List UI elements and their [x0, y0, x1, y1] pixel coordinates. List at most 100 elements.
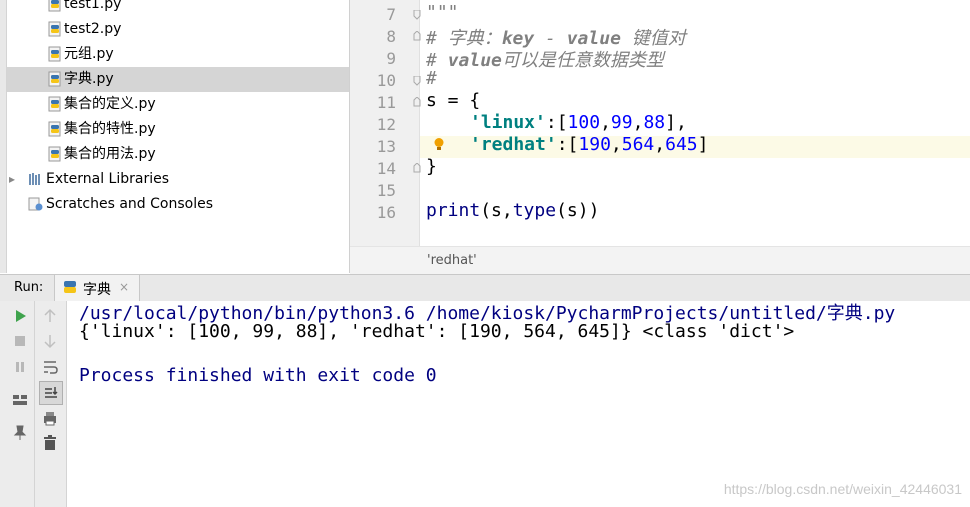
- code-punct: ,: [654, 134, 666, 155]
- print-icon[interactable]: [39, 407, 61, 429]
- python-file-icon: [48, 96, 61, 112]
- arrow-up-icon[interactable]: [39, 305, 61, 327]
- project-file-item[interactable]: 字典.py: [7, 67, 349, 92]
- line-number: 7: [386, 5, 396, 24]
- python-file-icon: [64, 281, 76, 293]
- project-file-item[interactable]: test2.py: [7, 17, 349, 42]
- code-line-12: 'linux':[100,99,88],: [470, 112, 687, 133]
- code-punct: ,: [610, 134, 622, 155]
- code-punct: ,: [600, 112, 611, 133]
- toolbar-divider: [34, 301, 35, 507]
- expand-arrow-icon[interactable]: ▸: [9, 167, 15, 192]
- code-line-10: #: [426, 68, 437, 89]
- close-icon[interactable]: ×: [119, 280, 129, 294]
- stop-icon[interactable]: [9, 330, 31, 352]
- tree-item-label: Scratches and Consoles: [46, 196, 213, 212]
- fold-marker-icon[interactable]: [413, 10, 421, 20]
- project-file-item[interactable]: 元组.py: [7, 42, 349, 67]
- run-toolbar: [0, 301, 67, 507]
- fold-marker-icon[interactable]: [413, 76, 421, 86]
- line-number: 9: [386, 49, 396, 68]
- run-label: Run:: [14, 280, 44, 295]
- console-exit-line: Process finished with exit code 0: [79, 365, 437, 386]
- python-file-icon: [48, 71, 61, 87]
- python-file-icon: [48, 146, 61, 162]
- number-literal: 190: [578, 134, 611, 155]
- layout-icon[interactable]: [9, 389, 31, 411]
- line-number: 11: [376, 93, 396, 112]
- number-literal: 645: [665, 134, 698, 155]
- code-punct: (s,: [480, 200, 513, 221]
- run-window-header: Run: 字典 ×: [0, 274, 970, 302]
- tree-item-label: 集合的定义.py: [64, 96, 156, 112]
- python-file-icon: [48, 46, 61, 62]
- breadcrumb-item[interactable]: 'redhat': [427, 253, 477, 268]
- python-file-icon: [48, 121, 61, 137]
- tree-item-label: test2.py: [64, 21, 122, 37]
- project-file-item[interactable]: 集合的定义.py: [7, 92, 349, 117]
- dict-key-string: 'linux': [470, 112, 546, 133]
- project-tree-panel: test1.py test2.py 元组.py 字典.py 集合的定义.py 集合的特性.…: [0, 0, 350, 273]
- intention-bulb-icon[interactable]: [433, 137, 445, 153]
- tree-item-label: External Libraries: [46, 171, 169, 187]
- code-editor[interactable]: 7 8 9 10 11 12 13 14 15 16 """ # 字典：key - value 键…: [350, 0, 970, 246]
- code-punct: ,: [632, 112, 644, 133]
- code-punct: ],: [665, 112, 687, 133]
- code-line-7: """: [426, 2, 459, 23]
- project-file-item[interactable]: 集合的用法.py: [7, 142, 349, 167]
- fold-marker-icon[interactable]: [413, 97, 421, 107]
- number-literal: 100: [567, 112, 601, 133]
- code-line-16: print(s,type(s)): [426, 200, 599, 221]
- line-number: 16: [376, 203, 396, 222]
- rerun-icon[interactable]: [9, 305, 31, 327]
- line-number: 14: [376, 159, 396, 178]
- number-literal: 99: [610, 112, 633, 133]
- python-file-icon: [48, 21, 61, 37]
- tree-item-label: test1.py: [64, 0, 122, 12]
- dict-key-string: 'redhat': [470, 134, 557, 155]
- number-literal: 564: [621, 134, 655, 155]
- code-line-9: # value可以是任意数据类型: [426, 50, 664, 71]
- line-number: 12: [376, 115, 396, 134]
- watermark: https://blog.csdn.net/weixin_42446031: [723, 481, 962, 497]
- trash-icon[interactable]: [39, 432, 61, 454]
- code-punct: :[: [545, 112, 568, 133]
- line-number: 10: [376, 71, 396, 90]
- code-line-14: }: [426, 156, 437, 177]
- code-punct: (s)): [556, 200, 600, 221]
- run-console[interactable]: /usr/local/python/bin/python3.6 /home/ki…: [67, 301, 970, 507]
- number-literal: 88: [643, 112, 666, 133]
- line-number-gutter: 7 8 9 10 11 12 13 14 15 16: [350, 0, 420, 246]
- console-output-line: {'linux': [100, 99, 88], 'redhat': [190,…: [79, 321, 795, 342]
- tree-item-label: 字典.py: [64, 71, 114, 87]
- pin-icon[interactable]: [9, 422, 31, 444]
- builtin-function: print: [426, 200, 481, 221]
- builtin-function: type: [512, 200, 557, 221]
- scratch-icon: [28, 197, 43, 211]
- tree-item-label: 集合的特性.py: [64, 121, 156, 137]
- editor-breadcrumb[interactable]: 'redhat': [350, 246, 970, 274]
- soft-wrap-icon[interactable]: [39, 356, 61, 378]
- project-file-item[interactable]: test1.py: [7, 0, 349, 17]
- scroll-to-end-icon[interactable]: [39, 381, 63, 405]
- tree-item-label: 元组.py: [64, 46, 114, 62]
- tool-window-strip: [0, 0, 7, 273]
- code-line-13: 'redhat':[190,564,645]: [470, 134, 708, 155]
- pause-icon[interactable]: [9, 356, 31, 378]
- line-number: 8: [386, 27, 396, 46]
- external-libraries-item[interactable]: ▸ External Libraries: [7, 167, 349, 192]
- arrow-down-icon[interactable]: [39, 330, 61, 352]
- python-file-icon: [48, 0, 61, 12]
- run-tab[interactable]: 字典 ×: [54, 275, 140, 301]
- line-number: 15: [376, 181, 396, 200]
- code-line-11: s = {: [426, 90, 481, 111]
- line-number: 13: [376, 137, 396, 156]
- project-file-item[interactable]: 集合的特性.py: [7, 117, 349, 142]
- fold-marker-icon[interactable]: [413, 163, 421, 173]
- scratches-item[interactable]: Scratches and Consoles: [7, 192, 349, 217]
- tree-item-label: 集合的用法.py: [64, 146, 156, 162]
- run-tab-label: 字典: [83, 282, 111, 298]
- code-punct: :[: [556, 134, 579, 155]
- fold-marker-icon[interactable]: [413, 31, 421, 41]
- library-icon: [29, 173, 40, 185]
